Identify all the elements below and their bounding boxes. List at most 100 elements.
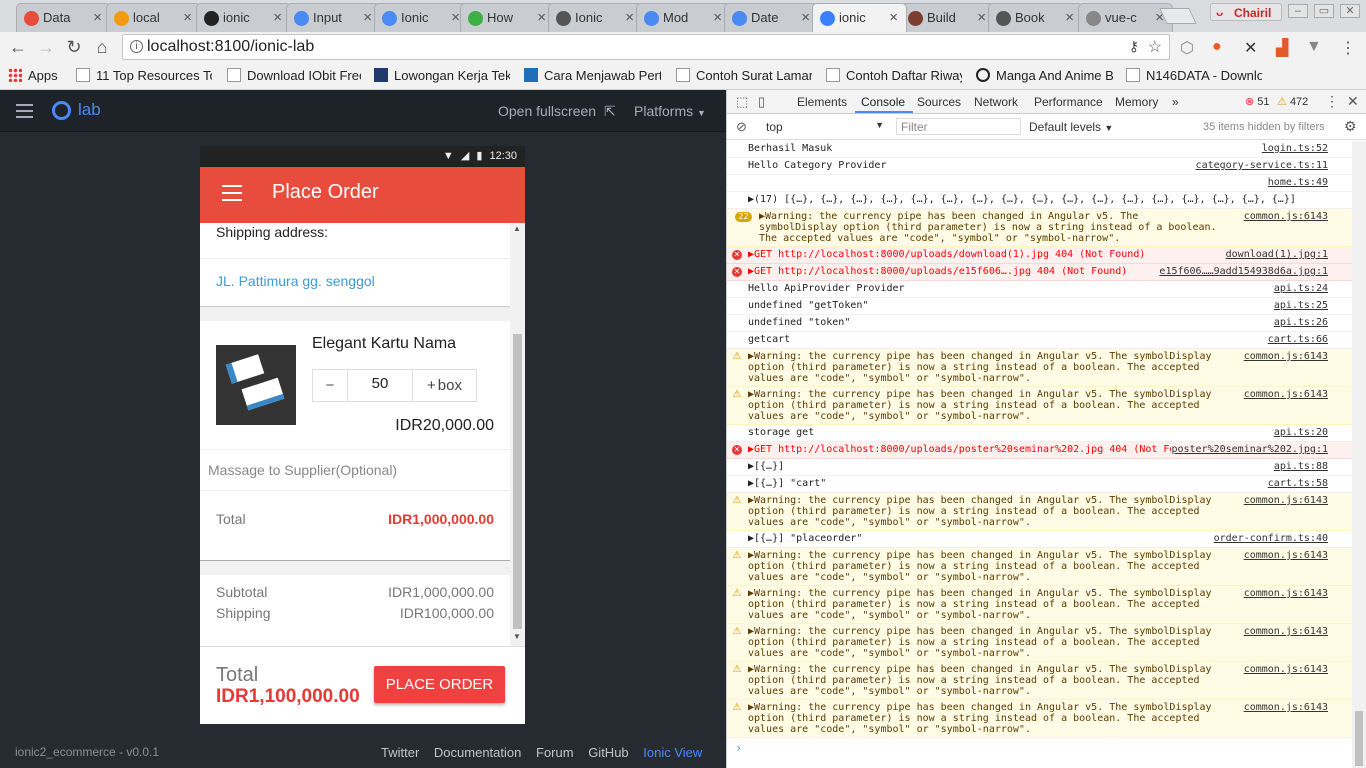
console-line-warn[interactable]: 22 ▶Warning: the currency pipe has been c… <box>727 209 1353 247</box>
console-source-link[interactable]: api.ts:26 <box>1274 317 1328 328</box>
tab-close-icon[interactable]: × <box>183 9 192 26</box>
place-order-button[interactable]: PLACE ORDER <box>374 666 505 703</box>
tab-sources[interactable]: Sources <box>917 95 961 109</box>
tab-memory[interactable]: Memory <box>1115 95 1158 109</box>
console-source-link[interactable]: api.ts:25 <box>1274 300 1328 311</box>
console-source-link[interactable]: login.ts:52 <box>1262 143 1328 154</box>
documentation-link[interactable]: Documentation <box>434 745 521 760</box>
console-source-link[interactable]: common.js:6143 <box>1243 351 1328 362</box>
menu-icon[interactable] <box>16 104 33 118</box>
console-source-link[interactable]: poster%20seminar%202.jpg:1 <box>1171 444 1328 455</box>
tab-close-icon[interactable]: × <box>363 9 372 26</box>
tab-close-icon[interactable]: × <box>977 9 986 26</box>
content-scrollbar[interactable]: ▲ ▼ <box>510 223 525 646</box>
tab-close-icon[interactable]: × <box>625 9 634 26</box>
platforms-dropdown[interactable]: Platforms ▼ <box>634 103 706 119</box>
tab-close-icon[interactable]: × <box>1065 9 1074 26</box>
tab-console[interactable]: Console <box>861 95 905 109</box>
tab-network[interactable]: Network <box>974 95 1018 109</box>
console-line-warn[interactable]: ⚠ ▶Warning: the currency pipe has been ch… <box>727 349 1353 387</box>
scroll-down-icon[interactable]: ▼ <box>513 632 521 641</box>
scrollbar-thumb[interactable] <box>1355 711 1363 766</box>
console-line-warn[interactable]: ⚠ ▶Warning: the currency pipe has been ch… <box>727 624 1353 662</box>
console-line-err[interactable]: ✕ ▶GET http://localhost:8000/uploads/down… <box>727 247 1353 264</box>
bookmark-item[interactable]: Contoh Daftar Riway <box>826 68 962 83</box>
devtools-close-icon[interactable]: ✕ <box>1347 93 1359 110</box>
console-line-warn[interactable]: ⚠ ▶Warning: the currency pipe has been ch… <box>727 662 1353 700</box>
chrome-menu-icon[interactable]: ⋮ <box>1340 38 1356 58</box>
console-source-link[interactable]: common.js:6143 <box>1243 664 1328 675</box>
ionic-view-link[interactable]: Ionic View <box>643 745 702 760</box>
extension-x-icon[interactable]: ✕ <box>1244 38 1257 58</box>
console-line-log[interactable]: ▶[{…}] "placeorder" order-confirm.ts:40 <box>727 531 1353 548</box>
bookmark-item[interactable]: 11 Top Resources To <box>76 68 212 83</box>
console-line-err[interactable]: ✕ ▶GET http://localhost:8000/uploads/post… <box>727 442 1353 459</box>
console-source-link[interactable]: api.ts:88 <box>1274 461 1328 472</box>
tab-close-icon[interactable]: × <box>889 9 898 26</box>
console-line-warn[interactable]: ⚠ ▶Warning: the currency pipe has been ch… <box>727 548 1353 586</box>
bookmark-item[interactable]: Manga And Anime B <box>976 68 1113 83</box>
console-source-link[interactable]: download(1).jpg:1 <box>1225 249 1328 260</box>
browser-tab[interactable]: Date × <box>724 3 819 32</box>
tab-close-icon[interactable]: × <box>713 9 722 26</box>
browser-tab[interactable]: Data × <box>16 3 111 32</box>
console-line-log[interactable]: ▶[{…}] api.ts:88 <box>727 459 1353 476</box>
bookmark-item[interactable]: Cara Menjawab Pert <box>524 68 661 83</box>
scroll-up-icon[interactable]: ▲ <box>513 224 521 233</box>
browser-tab[interactable]: Mod × <box>636 3 731 32</box>
extension-shield-icon[interactable]: ⬡ <box>1180 38 1194 58</box>
address-bar[interactable]: i localhost:8100/ionic-lab ⚷ ☆ <box>122 34 1170 60</box>
tab-close-icon[interactable]: × <box>801 9 810 26</box>
console-line-log[interactable]: ▶(17) [{…}, {…}, {…}, {…}, {…}, {…}, {…}… <box>727 192 1353 209</box>
extension-orange-icon[interactable]: ● <box>1212 38 1222 56</box>
bookmark-star-icon[interactable]: ☆ <box>1148 37 1162 57</box>
maximize-button[interactable]: ▭ <box>1314 4 1334 18</box>
minimize-button[interactable]: – <box>1288 4 1308 18</box>
menu-icon[interactable] <box>222 185 242 206</box>
extension-clip-icon[interactable]: ▟ <box>1276 38 1288 58</box>
console-source-link[interactable]: common.js:6143 <box>1243 389 1328 400</box>
console-line-warn[interactable]: ⚠ ▶Warning: the currency pipe has been ch… <box>727 493 1353 531</box>
console-settings-icon[interactable]: ⚙ <box>1344 118 1357 135</box>
browser-tab[interactable]: local × <box>106 3 201 32</box>
warning-count-badge[interactable]: ⚠ 472 <box>1277 95 1308 108</box>
error-count-badge[interactable]: ⊗ 51 <box>1245 95 1270 108</box>
tab-close-icon[interactable]: × <box>451 9 460 26</box>
console-source-link[interactable]: cart.ts:66 <box>1268 334 1328 345</box>
console-source-link[interactable]: common.js:6143 <box>1243 211 1328 222</box>
tab-performance[interactable]: Performance <box>1034 95 1103 109</box>
context-selector[interactable]: top ▼ <box>766 120 886 134</box>
devtools-menu-icon[interactable]: ⋮ <box>1325 93 1339 110</box>
bookmark-item[interactable]: N146DATA - Downlo <box>1126 68 1262 83</box>
console-source-link[interactable]: common.js:6143 <box>1243 495 1328 506</box>
profile-button[interactable]: ᴗ Chairil <box>1210 3 1282 21</box>
console-line-warn[interactable]: ⚠ ▶Warning: the currency pipe has been ch… <box>727 700 1353 738</box>
console-source-link[interactable]: api.ts:20 <box>1274 427 1328 438</box>
console-line-warn[interactable]: ⚠ ▶Warning: the currency pipe has been ch… <box>727 387 1353 425</box>
console-source-link[interactable]: category-service.ts:11 <box>1196 160 1328 171</box>
increase-button[interactable]: + box <box>413 370 476 401</box>
console-line-log[interactable]: ▶[{…}] "cart" cart.ts:58 <box>727 476 1353 493</box>
open-fullscreen-link[interactable]: Open fullscreen ⇱ <box>498 103 616 120</box>
device-toolbar-icon[interactable]: ▯ <box>758 94 765 110</box>
browser-tab[interactable]: ionic × <box>196 3 291 32</box>
close-window-button[interactable]: ✕ <box>1340 4 1360 18</box>
log-levels-dropdown[interactable]: Default levels ▼ <box>1029 120 1113 134</box>
github-link[interactable]: GitHub <box>588 745 628 760</box>
clear-console-icon[interactable]: ⊘ <box>736 119 747 135</box>
console-source-link[interactable]: common.js:6143 <box>1243 702 1328 713</box>
decrease-button[interactable]: − <box>313 370 348 401</box>
bookmark-item[interactable]: Contoh Surat Lamar <box>676 68 812 83</box>
scrollbar-thumb[interactable] <box>513 334 522 629</box>
browser-tab[interactable]: Build × <box>900 3 995 32</box>
console-scrollbar[interactable] <box>1352 141 1366 768</box>
console-source-link[interactable]: common.js:6143 <box>1243 588 1328 599</box>
bookmark-item[interactable]: Lowongan Kerja Tek <box>374 68 510 83</box>
bookmark-apps[interactable]: Apps <box>8 68 58 83</box>
console-prompt[interactable]: › <box>727 738 1353 758</box>
more-tabs-icon[interactable]: » <box>1172 95 1179 109</box>
home-icon[interactable]: ⌂ <box>92 37 112 58</box>
forward-icon[interactable]: → <box>36 37 56 58</box>
browser-tab[interactable]: Ionic × <box>548 3 643 32</box>
back-icon[interactable]: ← <box>8 37 28 58</box>
